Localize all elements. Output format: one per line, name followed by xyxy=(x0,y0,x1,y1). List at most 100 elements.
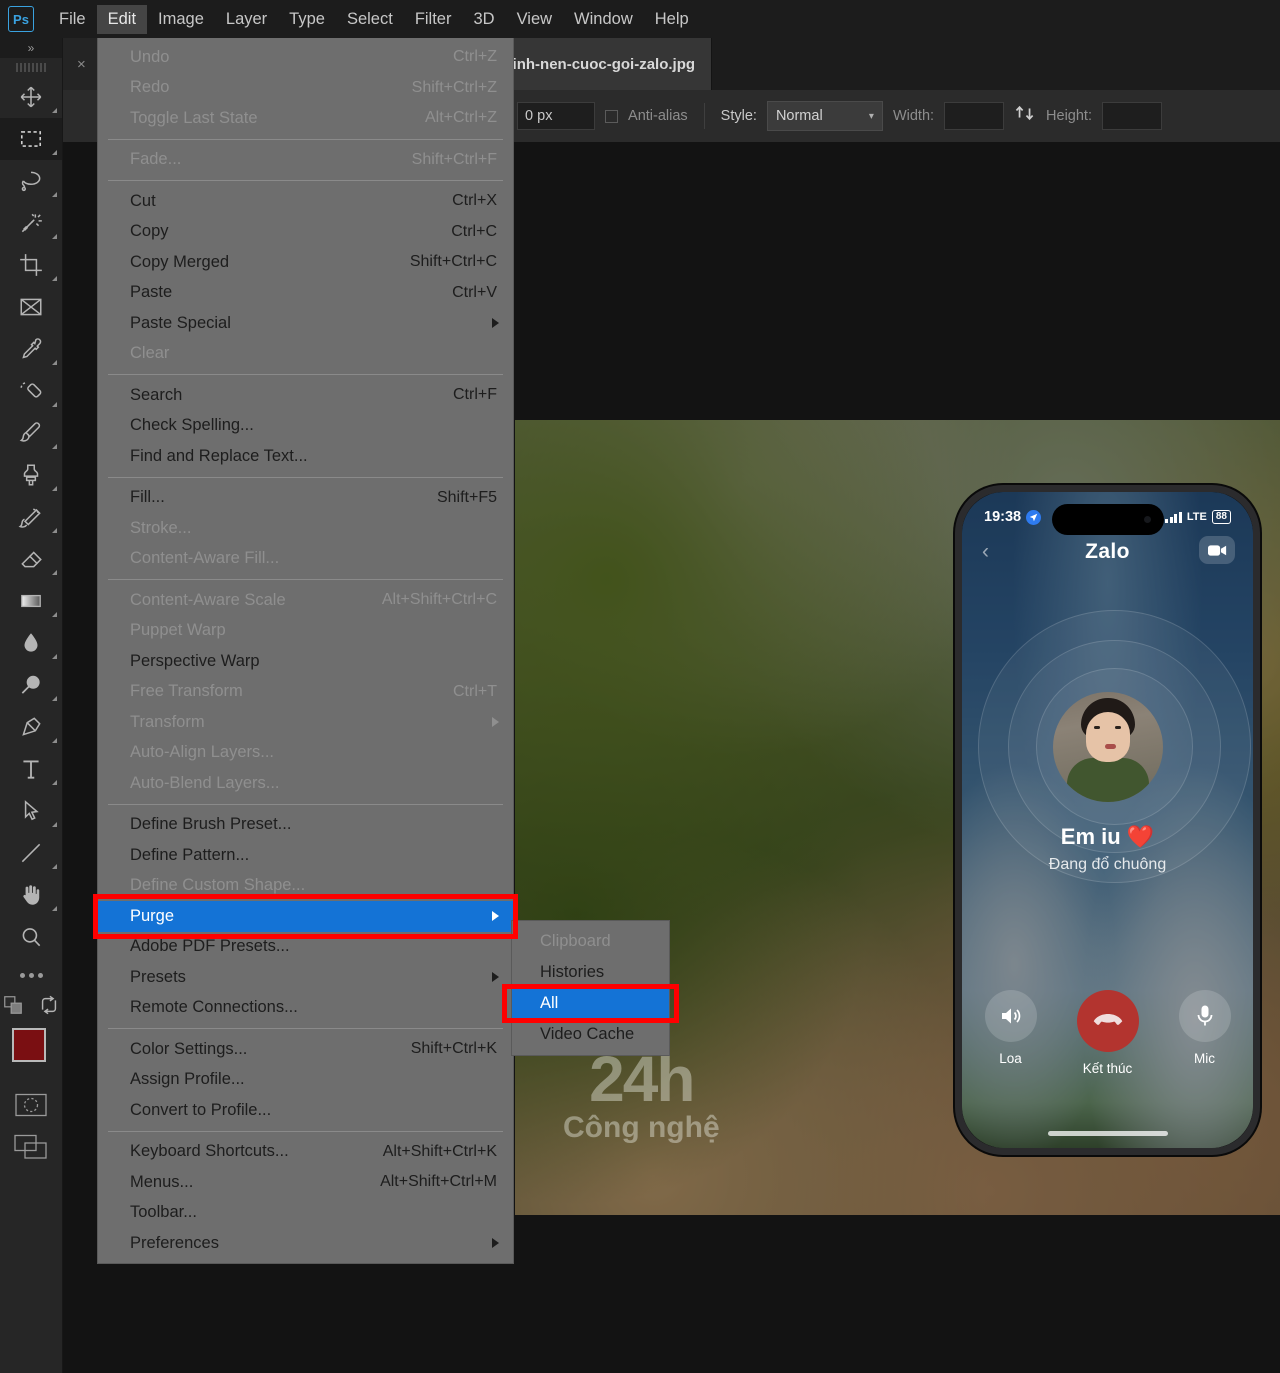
menu-item-label: Copy xyxy=(130,222,451,241)
submenu-item-video-cache[interactable]: Video Cache xyxy=(512,1019,669,1050)
menu-item-define-brush-preset[interactable]: Define Brush Preset... xyxy=(98,810,513,841)
menu-item-perspective-warp[interactable]: Perspective Warp xyxy=(98,646,513,677)
menu-item-menus[interactable]: Menus...Alt+Shift+Ctrl+M xyxy=(98,1167,513,1198)
menu-select[interactable]: Select xyxy=(336,5,404,34)
menu-view[interactable]: View xyxy=(506,5,563,34)
menu-separator xyxy=(108,804,503,805)
menu-item-keyboard-shortcuts[interactable]: Keyboard Shortcuts...Alt+Shift+Ctrl+K xyxy=(98,1137,513,1168)
document-image[interactable]: 24h Công nghệ 19:38 xyxy=(515,420,1280,1215)
menu-item-label: Define Custom Shape... xyxy=(130,876,497,895)
menu-item-label: Define Pattern... xyxy=(130,846,497,865)
menu-item-color-settings[interactable]: Color Settings...Shift+Ctrl+K xyxy=(98,1034,513,1065)
style-select[interactable]: Normal ▾ xyxy=(767,101,883,131)
menu-filter[interactable]: Filter xyxy=(404,5,463,34)
submenu-item-histories[interactable]: Histories xyxy=(512,957,669,988)
menu-item-paste-special[interactable]: Paste Special xyxy=(98,308,513,339)
zoom-tool[interactable] xyxy=(0,916,62,958)
video-camera-icon[interactable] xyxy=(1199,536,1235,564)
menu-item-paste[interactable]: PasteCtrl+V xyxy=(98,278,513,309)
menu-3d[interactable]: 3D xyxy=(462,5,505,34)
tools-panel-grip[interactable] xyxy=(0,58,62,76)
path-selection-tool[interactable] xyxy=(0,790,62,832)
crop-tool[interactable] xyxy=(0,244,62,286)
menu-item-copy[interactable]: CopyCtrl+C xyxy=(98,217,513,248)
menu-item-shortcut: Shift+F5 xyxy=(437,489,497,507)
magic-wand-tool[interactable] xyxy=(0,202,62,244)
swap-colors-icon[interactable] xyxy=(38,994,60,1021)
document-tab-hidden[interactable]: × xyxy=(63,38,101,90)
menu-edit[interactable]: Edit xyxy=(97,5,147,34)
mic-button[interactable]: Mic xyxy=(1179,990,1231,1066)
edit-menu-dropdown[interactable]: UndoCtrl+ZRedoShift+Ctrl+ZToggle Last St… xyxy=(97,38,514,1264)
menu-item-label: Preferences xyxy=(130,1234,497,1253)
spot-healing-brush-tool[interactable] xyxy=(0,370,62,412)
collapse-panel-button[interactable]: » xyxy=(0,38,62,58)
anti-alias-checkbox[interactable] xyxy=(605,110,618,123)
tool-options-corner-icon xyxy=(52,738,57,743)
menu-help[interactable]: Help xyxy=(644,5,700,34)
menu-image[interactable]: Image xyxy=(147,5,215,34)
menu-item-find-and-replace-text[interactable]: Find and Replace Text... xyxy=(98,441,513,472)
menu-layer[interactable]: Layer xyxy=(215,5,278,34)
menu-item-search[interactable]: SearchCtrl+F xyxy=(98,380,513,411)
menu-type[interactable]: Type xyxy=(278,5,336,34)
screen-mode-button[interactable] xyxy=(0,1126,62,1168)
brush-tool[interactable] xyxy=(0,412,62,454)
menu-item-cut[interactable]: CutCtrl+X xyxy=(98,186,513,217)
menu-item-presets[interactable]: Presets xyxy=(98,962,513,993)
menu-item-auto-blend-layers: Auto-Blend Layers... xyxy=(98,768,513,799)
menu-item-copy-merged[interactable]: Copy MergedShift+Ctrl+C xyxy=(98,247,513,278)
height-input[interactable] xyxy=(1102,102,1162,130)
dodge-tool[interactable] xyxy=(0,664,62,706)
feather-input[interactable]: 0 px xyxy=(517,102,595,130)
clone-stamp-tool[interactable] xyxy=(0,454,62,496)
menu-item-purge[interactable]: Purge xyxy=(98,901,513,932)
menu-window[interactable]: Window xyxy=(563,5,644,34)
tool-options-corner-icon xyxy=(52,360,57,365)
photoshop-logo: Ps xyxy=(8,6,34,32)
speaker-button[interactable]: Loa xyxy=(985,990,1037,1066)
menu-item-shortcut: Alt+Shift+Ctrl+C xyxy=(382,591,497,609)
menu-item-adobe-pdf-presets[interactable]: Adobe PDF Presets... xyxy=(98,932,513,963)
menu-separator xyxy=(108,477,503,478)
frame-tool[interactable] xyxy=(0,286,62,328)
hand-tool[interactable] xyxy=(0,874,62,916)
menu-item-assign-profile[interactable]: Assign Profile... xyxy=(98,1065,513,1096)
pen-tool[interactable] xyxy=(0,706,62,748)
menu-separator xyxy=(108,374,503,375)
menu-item-convert-to-profile[interactable]: Convert to Profile... xyxy=(98,1095,513,1126)
menu-item-label: Undo xyxy=(130,48,453,67)
end-call-button[interactable]: Kết thúc xyxy=(1077,990,1139,1076)
purge-submenu[interactable]: ClipboardHistoriesAllVideo Cache xyxy=(511,920,670,1056)
width-input[interactable] xyxy=(944,102,1004,130)
swap-width-height-icon[interactable] xyxy=(1014,103,1036,129)
menu-file[interactable]: File xyxy=(48,5,97,34)
tool-options-corner-icon xyxy=(52,150,57,155)
menu-item-remote-connections[interactable]: Remote Connections... xyxy=(98,993,513,1024)
menu-item-preferences[interactable]: Preferences xyxy=(98,1228,513,1259)
rectangular-marquee-tool[interactable] xyxy=(0,118,62,160)
submenu-item-all[interactable]: All xyxy=(512,988,669,1019)
menu-item-define-pattern[interactable]: Define Pattern... xyxy=(98,840,513,871)
tool-options-corner-icon xyxy=(52,906,57,911)
lasso-tool[interactable] xyxy=(0,160,62,202)
menu-item-toolbar[interactable]: Toolbar... xyxy=(98,1198,513,1229)
quick-mask-button[interactable] xyxy=(0,1084,62,1126)
move-tool[interactable] xyxy=(0,76,62,118)
foreground-color-swatch[interactable] xyxy=(12,1028,46,1062)
tab-close-icon[interactable]: × xyxy=(77,56,86,73)
type-tool[interactable] xyxy=(0,748,62,790)
history-brush-tool[interactable] xyxy=(0,496,62,538)
eyedropper-tool[interactable] xyxy=(0,328,62,370)
line-tool[interactable] xyxy=(0,832,62,874)
menu-item-fill[interactable]: Fill...Shift+F5 xyxy=(98,483,513,514)
end-call-label: Kết thúc xyxy=(1083,1061,1133,1076)
gradient-tool[interactable] xyxy=(0,580,62,622)
blur-tool[interactable] xyxy=(0,622,62,664)
default-colors-icon[interactable] xyxy=(2,994,24,1021)
menu-item-check-spelling[interactable]: Check Spelling... xyxy=(98,411,513,442)
submenu-arrow-icon xyxy=(492,972,499,982)
eraser-tool[interactable] xyxy=(0,538,62,580)
more-tools-button[interactable] xyxy=(0,958,62,992)
menu-item-shortcut: Ctrl+Z xyxy=(453,48,497,66)
